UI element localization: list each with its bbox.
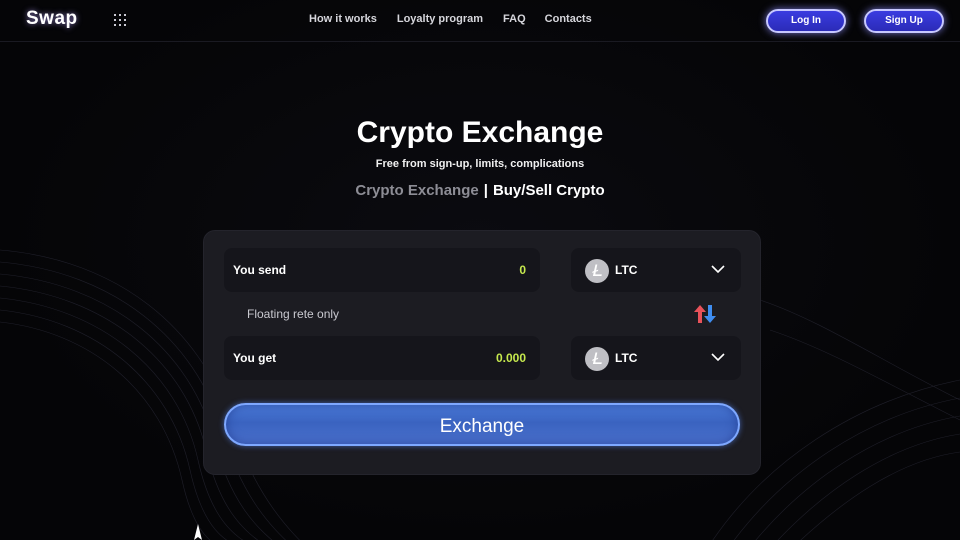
page: Swap How it works Loyalty program FAQ Co…	[0, 0, 960, 540]
login-button[interactable]: Log In	[766, 9, 846, 33]
nav-faq[interactable]: FAQ	[503, 13, 526, 25]
litecoin-icon	[585, 347, 609, 371]
get-amount-value: 0.000	[495, 351, 526, 365]
get-coin-label: LTC	[615, 351, 638, 365]
chevron-down-icon	[711, 265, 725, 274]
nav-loyalty-program[interactable]: Loyalty program	[397, 13, 483, 25]
send-amount-input[interactable]	[406, 263, 526, 277]
swap-arrows-icon[interactable]	[692, 304, 718, 324]
get-coin-select[interactable]: LTC	[571, 336, 741, 380]
top-navbar: Swap How it works Loyalty program FAQ Co…	[0, 0, 960, 42]
grid-icon[interactable]	[114, 14, 126, 26]
exchange-card: You send LTC Floating rete only You get …	[203, 230, 761, 475]
tab-separator: |	[483, 182, 488, 199]
send-coin-label: LTC	[615, 263, 638, 277]
nav-contacts[interactable]: Contacts	[545, 13, 592, 25]
litecoin-icon	[585, 259, 609, 283]
get-amount-row: You get 0.000	[224, 336, 540, 380]
page-title: Crypto Exchange	[356, 116, 604, 149]
main-nav: How it works Loyalty program FAQ Contact…	[309, 13, 592, 25]
nav-how-it-works[interactable]: How it works	[309, 13, 377, 25]
tab-buy-sell-crypto[interactable]: Buy/Sell Crypto	[493, 182, 605, 199]
rate-note: Floating rete only	[247, 307, 340, 321]
send-label: You send	[233, 263, 287, 277]
cursor-icon	[194, 524, 202, 540]
send-amount-row: You send	[224, 248, 540, 292]
mode-tabs: Crypto Exchange | Buy/Sell Crypto	[0, 182, 960, 199]
get-label: You get	[233, 351, 277, 365]
exchange-button[interactable]: Exchange	[224, 403, 740, 446]
signup-button[interactable]: Sign Up	[864, 9, 944, 33]
logo[interactable]: Swap	[26, 8, 78, 30]
tab-crypto-exchange[interactable]: Crypto Exchange	[355, 182, 478, 199]
send-coin-select[interactable]: LTC	[571, 248, 741, 292]
page-subtitle: Free from sign-up, limits, complications	[375, 158, 585, 170]
chevron-down-icon	[711, 353, 725, 362]
